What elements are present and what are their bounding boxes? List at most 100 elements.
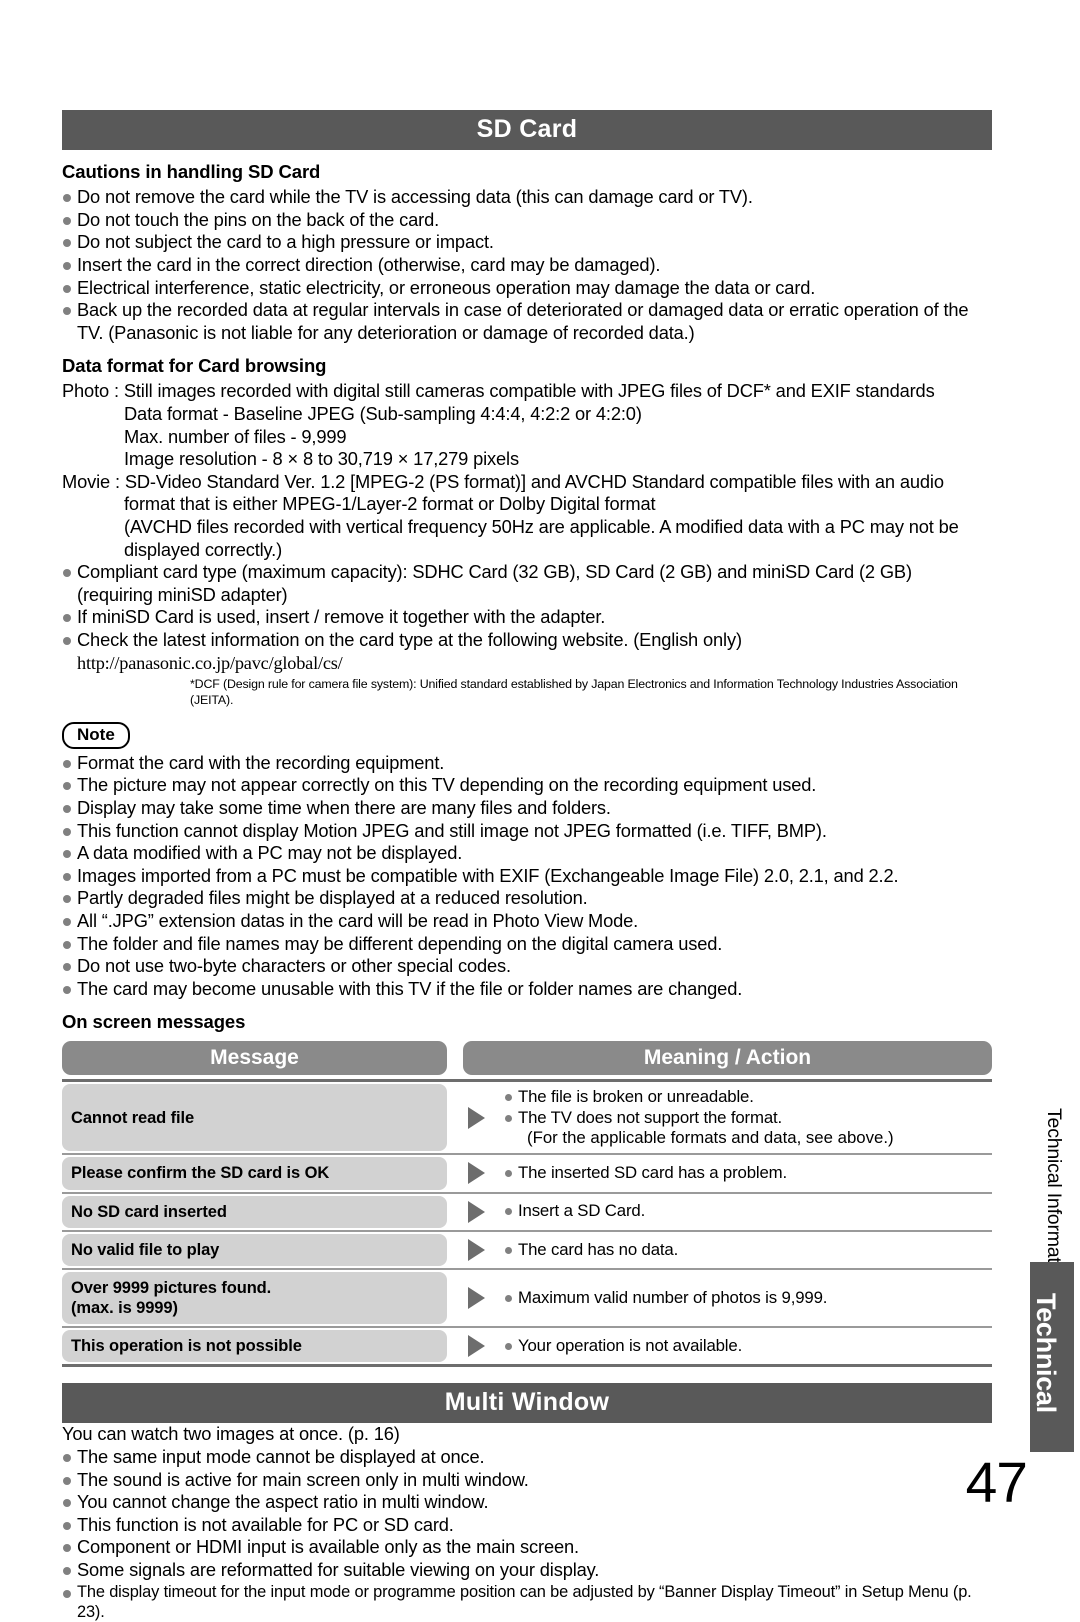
list-item: Do not remove the card while the TV is a… [62,186,992,209]
arrow-cell [447,1194,505,1230]
list-item: This function is not available for PC or… [62,1514,992,1537]
multi-window-list: The same input mode cannot be displayed … [62,1446,992,1622]
table-row: Over 9999 pictures found. (max. is 9999)… [62,1270,992,1329]
arrow-cell [447,1232,505,1268]
meaning-cell: Your operation is not available. [505,1328,992,1364]
list-item: Partly degraded files might be displayed… [62,887,992,910]
list-item: Back up the recorded data at regular int… [62,299,992,344]
page-content: SD Card Cautions in handling SD Card Do … [62,110,992,1622]
message-cell: This operation is not possible [62,1330,447,1363]
list-item: The card has no data. [505,1240,992,1260]
support-website-link[interactable]: http://panasonic.co.jp/pavc/global/cs/ [62,652,992,676]
movie-format-row: Movie : SD-Video Standard Ver. 1.2 [MPEG… [62,471,992,494]
photo-detail: Max. number of files - 9,999 [124,425,347,447]
photo-format-row: Photo : Still images recorded with digit… [62,380,992,403]
movie-description: SD-Video Standard Ver. 1.2 [MPEG-2 (PS f… [124,470,944,492]
list-item: Maximum valid number of photos is 9,999. [505,1288,992,1308]
list-item: Some signals are reformatted for suitabl… [62,1559,992,1582]
sidebar-chapter-label: Technical Information [1043,1107,1065,1288]
message-cell: No valid file to play [62,1233,447,1266]
card-notes-list: Compliant card type (maximum capacity): … [62,561,992,651]
message-cell: Over 9999 pictures found. (max. is 9999) [62,1271,447,1325]
list-item: The sound is active for main screen only… [62,1469,992,1492]
list-item: The same input mode cannot be displayed … [62,1446,992,1469]
list-item: The folder and file names may be differe… [62,933,992,956]
meaning-subnote: (For the applicable formats and data, se… [527,1128,894,1148]
list-item: The inserted SD card has a problem. [505,1163,992,1183]
manual-page: SD Card Cautions in handling SD Card Do … [0,0,1080,1621]
multi-window-intro: You can watch two images at once. (p. 16… [62,1423,400,1445]
list-item: Insert the card in the correct direction… [62,254,992,277]
message-text: Cannot read file [71,1108,195,1127]
movie-detail: format that is either MPEG-1/Layer-2 for… [124,493,656,515]
photo-label: Photo : [62,380,119,402]
column-header-meaning-action: Meaning / Action [463,1041,992,1076]
list-item: Check the latest information on the card… [62,629,992,652]
message-cell: Please confirm the SD card is OK [62,1157,447,1190]
list-item: Component or HDMI input is available onl… [62,1536,992,1559]
arrow-cell [447,1270,505,1326]
list-item: The card may become unusable with this T… [62,978,992,1001]
sidebar-tab-technical[interactable]: Technical [1030,1262,1074,1452]
meaning-cell: The inserted SD card has a problem. [505,1155,992,1191]
triangle-right-icon [467,1162,485,1185]
message-text-line2: (max. is 9999) [71,1298,178,1317]
list-item: Do not subject the card to a high pressu… [62,231,992,254]
table-row: No valid file to play The card has no da… [62,1232,992,1270]
list-item: The TV does not support the format. [505,1108,992,1128]
message-text: No SD card inserted [71,1202,227,1221]
list-item: Do not touch the pins on the back of the… [62,209,992,232]
list-item: Electrical interference, static electric… [62,277,992,300]
list-item: Images imported from a PC must be compat… [62,865,992,888]
section-banner-sd-card: SD Card [62,110,992,151]
note-badge: Note [62,722,130,749]
photo-detail: Image resolution - 8 × 8 to 30,719 × 17,… [124,448,519,470]
triangle-right-icon [467,1238,485,1261]
message-cell: No SD card inserted [62,1195,447,1228]
list-item: The display timeout for the input mode o… [62,1582,992,1622]
list-item: All “.JPG” extension datas in the card w… [62,910,992,933]
photo-description: Still images recorded with digital still… [123,380,935,402]
meaning-list: The card has no data. [505,1240,992,1260]
list-item: Compliant card type (maximum capacity): … [62,561,992,606]
movie-detail: (AVCHD files recorded with vertical freq… [124,515,959,560]
dcf-footnote: *DCF (Design rule for camera file system… [190,677,958,707]
meaning-cell: Maximum valid number of photos is 9,999. [505,1270,992,1326]
list-item: Format the card with the recording equip… [62,752,992,775]
photo-detail: Data format - Baseline JPEG (Sub-samplin… [124,403,642,424]
arrow-cell [447,1082,505,1153]
column-header-message: Message [62,1041,447,1076]
arrow-cell [447,1155,505,1191]
meaning-cell: Insert a SD Card. [505,1194,992,1230]
list-item: Insert a SD Card. [505,1201,992,1221]
heading-data-format: Data format for Card browsing [62,355,327,377]
movie-label: Movie : [62,470,120,492]
message-text: No valid file to play [71,1240,220,1259]
list-item: This function cannot display Motion JPEG… [62,820,992,843]
table-row: No SD card inserted Insert a SD Card. [62,1194,992,1232]
message-text: Please confirm the SD card is OK [71,1164,330,1183]
meaning-cell: The card has no data. [505,1232,992,1268]
triangle-right-icon [467,1335,485,1358]
list-item: A data modified with a PC may not be dis… [62,842,992,865]
table-row: This operation is not possible Your oper… [62,1328,992,1368]
message-cell: Cannot read file [62,1084,447,1152]
list-item: Your operation is not available. [505,1336,992,1356]
section-banner-multi-window: Multi Window [62,1383,992,1424]
message-text: This operation is not possible [71,1337,302,1356]
meaning-list: Insert a SD Card. [505,1201,992,1221]
list-item: Do not use two-byte characters or other … [62,955,992,978]
triangle-right-icon [467,1106,485,1129]
meaning-list: The inserted SD card has a problem. [505,1163,992,1183]
table-row: Cannot read file The file is broken or u… [62,1082,992,1156]
meaning-cell: The file is broken or unreadable. The TV… [505,1082,992,1153]
meaning-list: The file is broken or unreadable. The TV… [505,1087,992,1128]
osm-table-header: Message Meaning / Action [62,1041,992,1076]
list-item: If miniSD Card is used, insert / remove … [62,606,992,629]
meaning-list: Your operation is not available. [505,1336,992,1356]
heading-cautions: Cautions in handling SD Card [62,161,321,183]
message-text: Over 9999 pictures found. [71,1278,272,1297]
list-item: You cannot change the aspect ratio in mu… [62,1491,992,1514]
osm-table: Cannot read file The file is broken or u… [62,1079,992,1368]
list-item: The picture may not appear correctly on … [62,774,992,797]
